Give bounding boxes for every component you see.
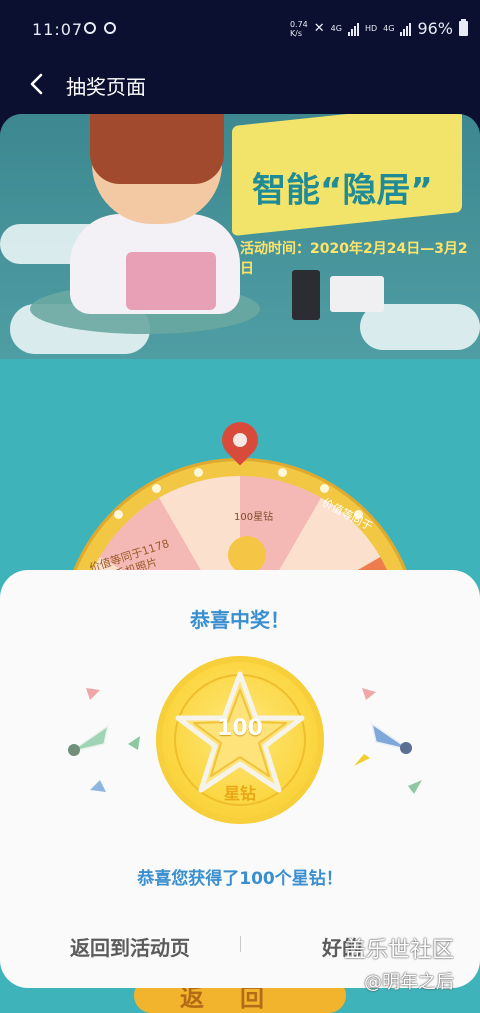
back-button[interactable] bbox=[24, 70, 52, 98]
prize-dialog: 恭喜中奖！ 100 星钻 恭喜您获得了100个星钻！ 返回到活动页 好的 bbox=[0, 570, 480, 988]
network-4g-label-2: 4G bbox=[383, 24, 395, 33]
coin-unit: 星钻 bbox=[223, 784, 256, 803]
dialog-title: 恭喜中奖！ bbox=[190, 608, 290, 632]
net-speed: 0.74 K/s bbox=[289, 19, 308, 38]
battery-icon bbox=[459, 19, 468, 36]
tablet-prize-image bbox=[292, 270, 320, 320]
watermark-author: @明年之后 bbox=[364, 972, 454, 993]
signal-icon-2 bbox=[400, 22, 412, 36]
status-bar: 11:07 0.74 K/s ✕ 4G HD 4G 96% bbox=[0, 0, 480, 58]
confetti-icon bbox=[128, 736, 140, 750]
banner-headline: 智能“隐居” bbox=[252, 170, 433, 211]
dialog-message: 恭喜您获得了100个星钻！ bbox=[137, 869, 343, 889]
wheel-bulb bbox=[194, 468, 203, 477]
hd-label: HD bbox=[364, 24, 378, 33]
wheel-bulb bbox=[114, 510, 123, 519]
network-4g-label: 4G bbox=[330, 24, 342, 33]
confetti-icon bbox=[408, 780, 422, 794]
promo-banner: 智能“隐居” 活动时间：2020年2月24日—3月2日 bbox=[0, 114, 480, 359]
wheel-coin-icon bbox=[228, 536, 266, 574]
chevron-left-icon bbox=[30, 73, 43, 95]
status-time: 11:07 bbox=[32, 20, 84, 39]
mute-icon: ✕ bbox=[313, 21, 325, 36]
wheel-segment-label: 100星钻 bbox=[234, 512, 274, 523]
wheel-bulb bbox=[152, 484, 161, 493]
confetti-icon bbox=[90, 780, 106, 792]
button-divider bbox=[240, 936, 241, 952]
banner-headline-board: 智能“隐居” bbox=[232, 114, 462, 237]
watermark-text: 盖乐世社区 bbox=[344, 938, 455, 963]
laptop-illustration bbox=[126, 252, 216, 310]
page-title: 抽奖页面 bbox=[66, 75, 146, 99]
banner-date: 活动时间：2020年2月24日—3月2日 bbox=[240, 241, 468, 277]
party-horn-icon bbox=[64, 720, 114, 764]
app-header: 抽奖页面 bbox=[0, 58, 480, 114]
star-coin-icon: 100 星钻 bbox=[156, 656, 324, 824]
signal-icon bbox=[347, 22, 359, 36]
notification-icon bbox=[104, 22, 116, 34]
wheel-bulb bbox=[278, 468, 287, 477]
confetti-icon bbox=[362, 688, 376, 700]
notification-icon bbox=[84, 22, 96, 34]
wheel-bulb bbox=[320, 484, 329, 493]
return-to-activity-button[interactable]: 返回到活动页 bbox=[70, 928, 190, 968]
confetti-icon bbox=[354, 754, 370, 766]
girl-hair-illustration bbox=[90, 114, 224, 184]
battery-percent: 96% bbox=[417, 19, 453, 38]
status-indicators: 0.74 K/s ✕ 4G HD 4G 96% bbox=[290, 19, 468, 38]
coin-value: 100 bbox=[217, 716, 263, 741]
product-box-image bbox=[330, 276, 384, 312]
confetti-icon bbox=[86, 688, 100, 700]
party-horn-icon bbox=[366, 718, 416, 762]
